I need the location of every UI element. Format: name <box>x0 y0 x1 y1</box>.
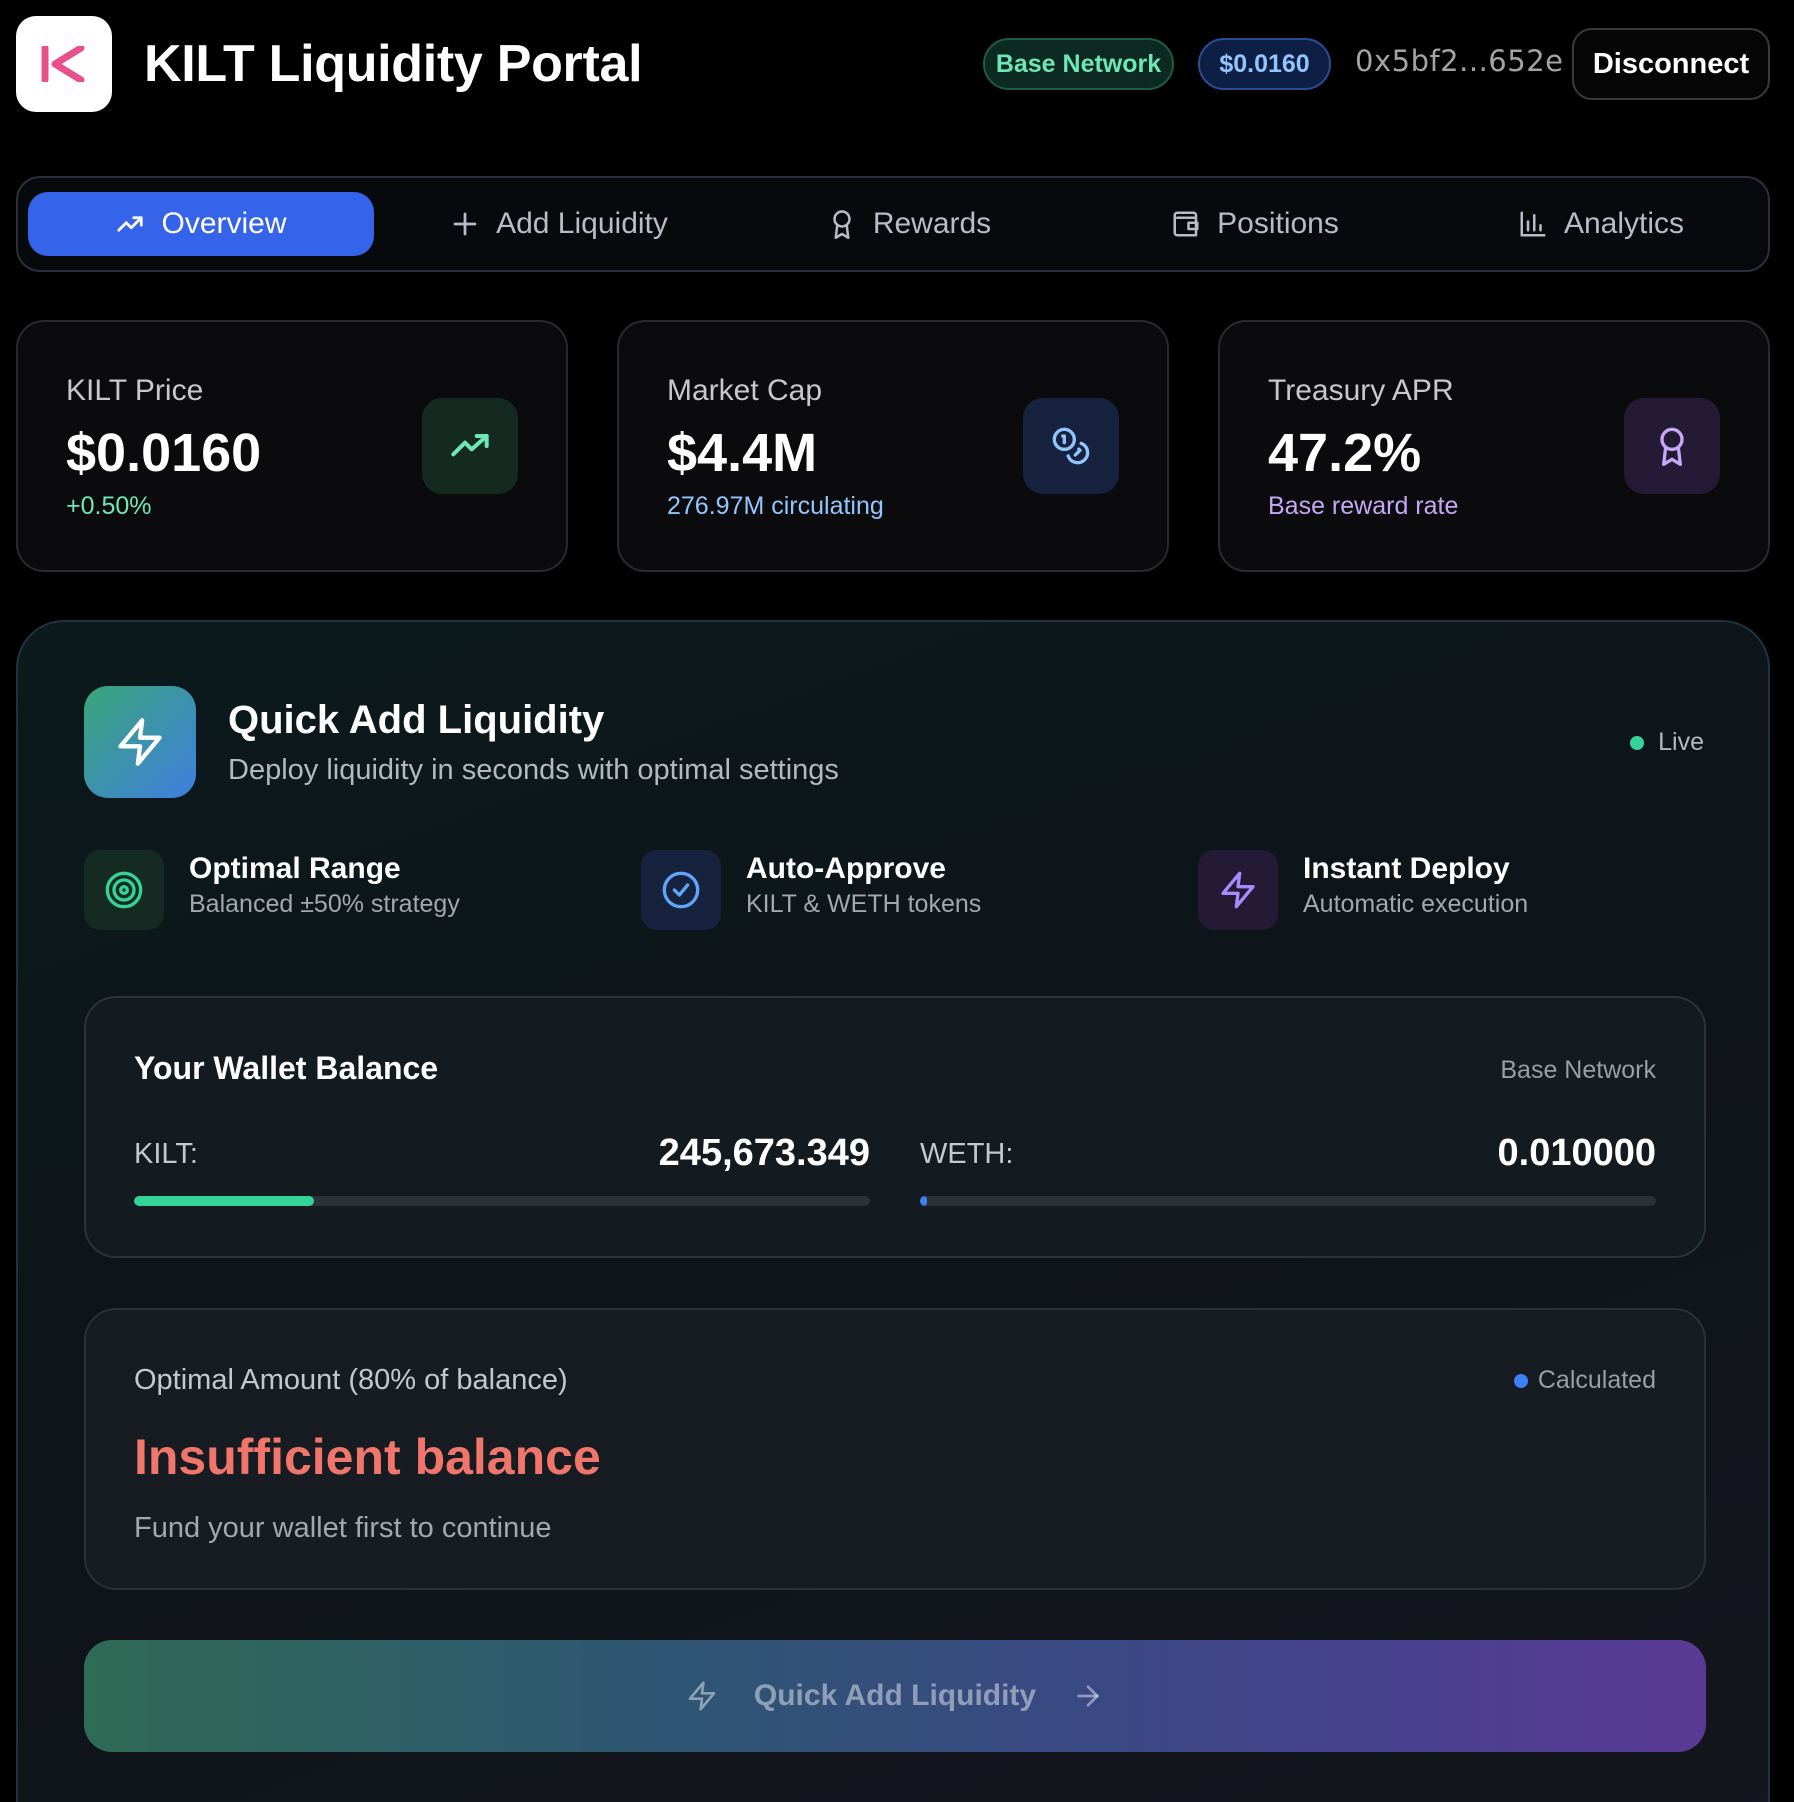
award-icon <box>833 210 851 239</box>
kilt-logo-icon <box>41 46 85 82</box>
wallet-network: Base Network <box>1500 1056 1656 1084</box>
app-header: KILT Liquidity Portal Base Network $0.01… <box>0 0 1794 130</box>
card-icon-box <box>422 398 518 494</box>
kilt-balance-fill <box>134 1196 315 1206</box>
trending-up-icon <box>451 434 489 457</box>
tab-label: Analytics <box>1563 207 1685 240</box>
live-label: Live <box>1658 728 1704 756</box>
plus-icon <box>453 212 477 236</box>
kilt-balance-value: 245,673.349 <box>658 1132 870 1174</box>
zap-icon <box>118 718 162 766</box>
disconnect-button[interactable]: Disconnect <box>1572 28 1770 100</box>
market-cap-card: Market Cap $4.4M 276.97M circulating <box>617 320 1169 572</box>
feature-icon-box <box>84 850 164 930</box>
tab-label: Overview <box>161 207 287 240</box>
feature-icon-box <box>1198 850 1278 930</box>
price-badge: $0.0160 <box>1198 38 1331 90</box>
treasury-apr-card: Treasury APR 47.2% Base reward rate <box>1218 320 1770 572</box>
button-label: Quick Add Liquidity <box>753 1679 1037 1712</box>
card-label: KILT Price <box>66 374 204 407</box>
tab-rewards[interactable]: Rewards <box>744 192 1074 256</box>
status-label: Calculated <box>1537 1366 1656 1394</box>
panel-title: Quick Add Liquidity <box>228 698 605 742</box>
wallet-icon <box>1173 211 1199 237</box>
feature-title: Auto-Approve <box>746 852 946 885</box>
quick-add-liquidity-button[interactable]: Quick Add Liquidity <box>84 1640 1706 1752</box>
tab-label: Rewards <box>872 207 992 240</box>
tab-positions[interactable]: Positions <box>1090 192 1420 256</box>
card-rate-note: Base reward rate <box>1268 492 1459 520</box>
tab-analytics[interactable]: Analytics <box>1436 192 1766 256</box>
app-title: KILT Liquidity Portal <box>144 35 643 93</box>
wallet-balance-card: Your Wallet Balance Base Network KILT: 2… <box>84 996 1706 1258</box>
wallet-address: 0x5bf2...652e <box>1355 44 1564 78</box>
card-label: Treasury APR <box>1268 374 1454 407</box>
tab-add-liquidity[interactable]: Add Liquidity <box>394 192 724 256</box>
card-label: Market Cap <box>667 374 823 407</box>
weth-balance-fill <box>920 1196 928 1206</box>
insufficient-balance-message: Insufficient balance <box>134 1429 601 1485</box>
check-circle-icon <box>662 871 700 909</box>
feature-sub: KILT & WETH tokens <box>746 890 982 918</box>
card-icon-box <box>1023 398 1119 494</box>
feature-sub: Automatic execution <box>1303 890 1529 918</box>
feature-title: Instant Deploy <box>1303 852 1510 885</box>
card-value: $4.4M <box>667 423 818 483</box>
zap-icon <box>688 1681 716 1711</box>
kilt-balance-bar <box>134 1196 870 1206</box>
zap-icon <box>1221 871 1255 909</box>
optimal-amount-card: Optimal Amount (80% of balance) Calculat… <box>84 1308 1706 1590</box>
status-dot <box>1513 1373 1528 1388</box>
card-value: $0.0160 <box>66 423 262 483</box>
optimal-amount-label: Optimal Amount (80% of balance) <box>134 1364 568 1396</box>
card-icon-box <box>1624 398 1720 494</box>
network-badge: Base Network <box>983 38 1174 90</box>
feature-title: Optimal Range <box>189 852 401 885</box>
kilt-price-card: KILT Price $0.0160 +0.50% <box>16 320 568 572</box>
panel-icon-box <box>84 686 196 798</box>
arrow-right-icon <box>1077 1685 1099 1707</box>
weth-balance-bar <box>920 1196 1656 1206</box>
tab-label: Positions <box>1217 207 1339 240</box>
bar-chart-icon <box>1520 211 1546 237</box>
kilt-logo <box>16 16 112 112</box>
fund-wallet-hint: Fund your wallet first to continue <box>134 1512 552 1544</box>
wallet-title: Your Wallet Balance <box>134 1050 439 1086</box>
card-change: +0.50% <box>66 492 152 520</box>
tab-overview[interactable]: Overview <box>28 192 374 256</box>
live-dot <box>1630 735 1645 750</box>
award-icon <box>1660 427 1684 466</box>
live-indicator: Live <box>1630 728 1704 757</box>
coins-icon <box>1052 427 1090 465</box>
weth-balance-value: 0.010000 <box>1497 1132 1657 1174</box>
main-tabs: Overview Add Liquidity Rewards Positions… <box>16 176 1770 272</box>
card-circulating: 276.97M circulating <box>667 492 884 520</box>
trending-up-icon <box>117 216 144 232</box>
panel-subtitle: Deploy liquidity in seconds with optimal… <box>228 754 839 786</box>
feature-sub: Balanced ±50% strategy <box>189 890 460 918</box>
tab-label: Add Liquidity <box>496 207 668 240</box>
calculated-status: Calculated <box>1513 1366 1656 1395</box>
feature-icon-box <box>641 850 721 930</box>
target-icon <box>105 871 143 909</box>
card-value: 47.2% <box>1268 423 1422 483</box>
quick-add-panel: Quick Add Liquidity Deploy liquidity in … <box>16 620 1770 1802</box>
